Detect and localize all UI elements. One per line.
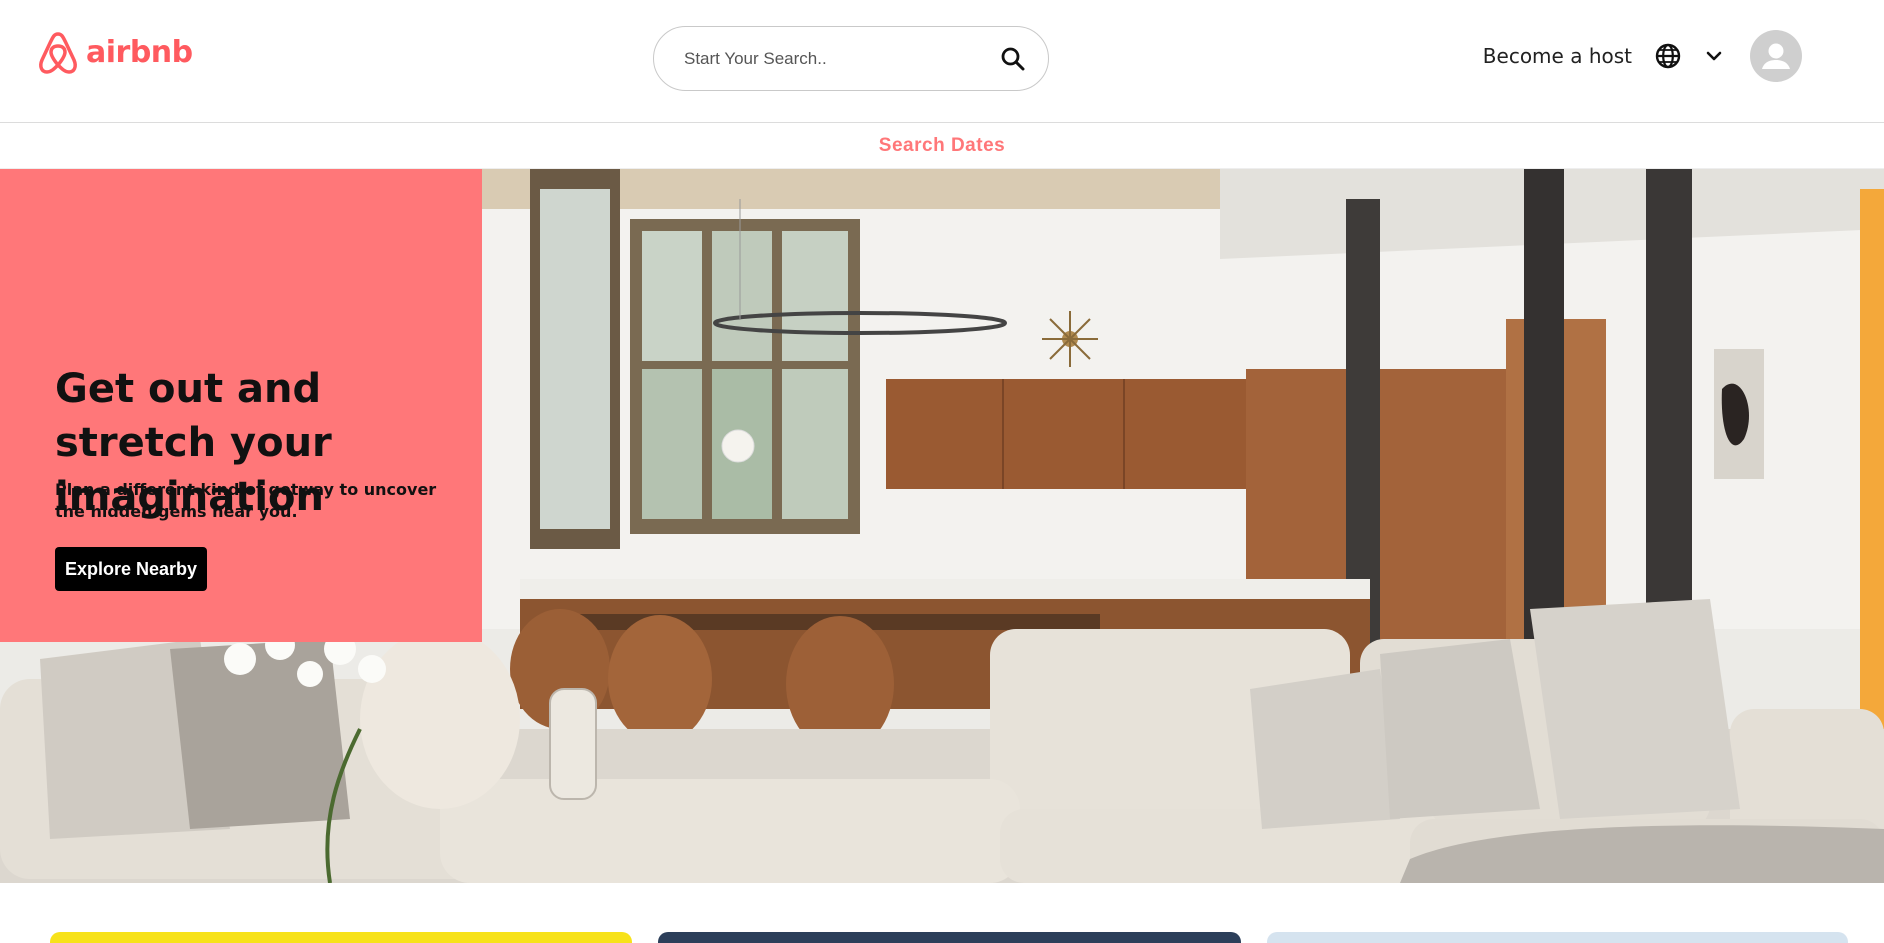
top-header: airbnb Become a host [0, 0, 1884, 123]
right-nav: Become a host [1483, 30, 1802, 82]
hero-card: Get out and stretch your imagination Pla… [0, 169, 482, 642]
brand-name: airbnb [86, 34, 193, 70]
search-dates-bar: Search Dates [0, 124, 1884, 169]
explore-nearby-button[interactable]: Explore Nearby [55, 547, 208, 591]
user-avatar-icon[interactable] [1750, 30, 1802, 82]
search-bar[interactable] [653, 26, 1049, 91]
become-host-link[interactable]: Become a host [1483, 44, 1632, 68]
search-icon[interactable] [996, 42, 1030, 76]
card-row [0, 932, 1884, 943]
card-lightblue[interactable] [1267, 932, 1848, 943]
airbnb-logo-icon [36, 28, 80, 76]
card-navy[interactable] [658, 932, 1241, 943]
search-dates-button[interactable]: Search Dates [879, 135, 1005, 157]
hero-subtitle: Plan a different kind of getway to uncov… [55, 480, 437, 521]
card-yellow[interactable] [50, 932, 632, 943]
airbnb-logo-link[interactable]: airbnb [36, 28, 193, 76]
globe-icon[interactable] [1652, 40, 1684, 72]
search-input[interactable] [684, 48, 996, 69]
hero-banner: Get out and stretch your imagination Pla… [0, 169, 1884, 883]
chevron-down-icon[interactable] [1702, 44, 1726, 68]
